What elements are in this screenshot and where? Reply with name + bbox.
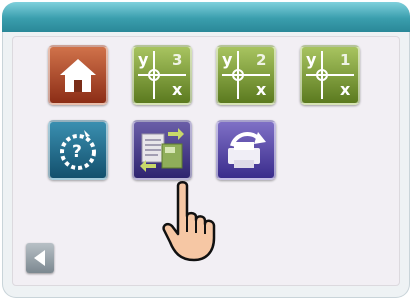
print-button[interactable] bbox=[216, 120, 276, 180]
home-button[interactable] bbox=[48, 45, 108, 105]
back-arrow-icon bbox=[34, 250, 45, 266]
home-icon bbox=[60, 59, 96, 92]
graph-y-label: y bbox=[222, 50, 233, 69]
title-bar bbox=[2, 2, 410, 32]
graph-quadrant-number: 2 bbox=[256, 51, 267, 69]
help-symbol: ? bbox=[72, 142, 82, 162]
graph-y-label: y bbox=[306, 50, 317, 69]
graph-quadrant-3-button[interactable]: y 3 x bbox=[132, 45, 192, 105]
graph-x-label: x bbox=[172, 80, 183, 99]
graph-x-label: x bbox=[256, 80, 267, 99]
app-window: y 3 x y 2 x y 1 x ? bbox=[2, 2, 410, 298]
printer-refresh-icon bbox=[228, 132, 266, 168]
graph-quadrant-2-button[interactable]: y 2 x bbox=[216, 45, 276, 105]
pointing-hand-icon bbox=[162, 181, 216, 262]
graph-y-label: y bbox=[138, 50, 149, 69]
graph-quadrant-1-button[interactable]: y 1 x bbox=[300, 45, 360, 105]
graph-quadrant-number: 3 bbox=[172, 51, 183, 69]
back-button[interactable] bbox=[26, 243, 54, 273]
graph-x-label: x bbox=[340, 80, 351, 99]
graph-quadrant-number: 1 bbox=[340, 51, 351, 69]
file-transfer-icon bbox=[140, 128, 184, 172]
help-button[interactable]: ? bbox=[48, 120, 108, 180]
file-transfer-button[interactable] bbox=[132, 120, 192, 180]
